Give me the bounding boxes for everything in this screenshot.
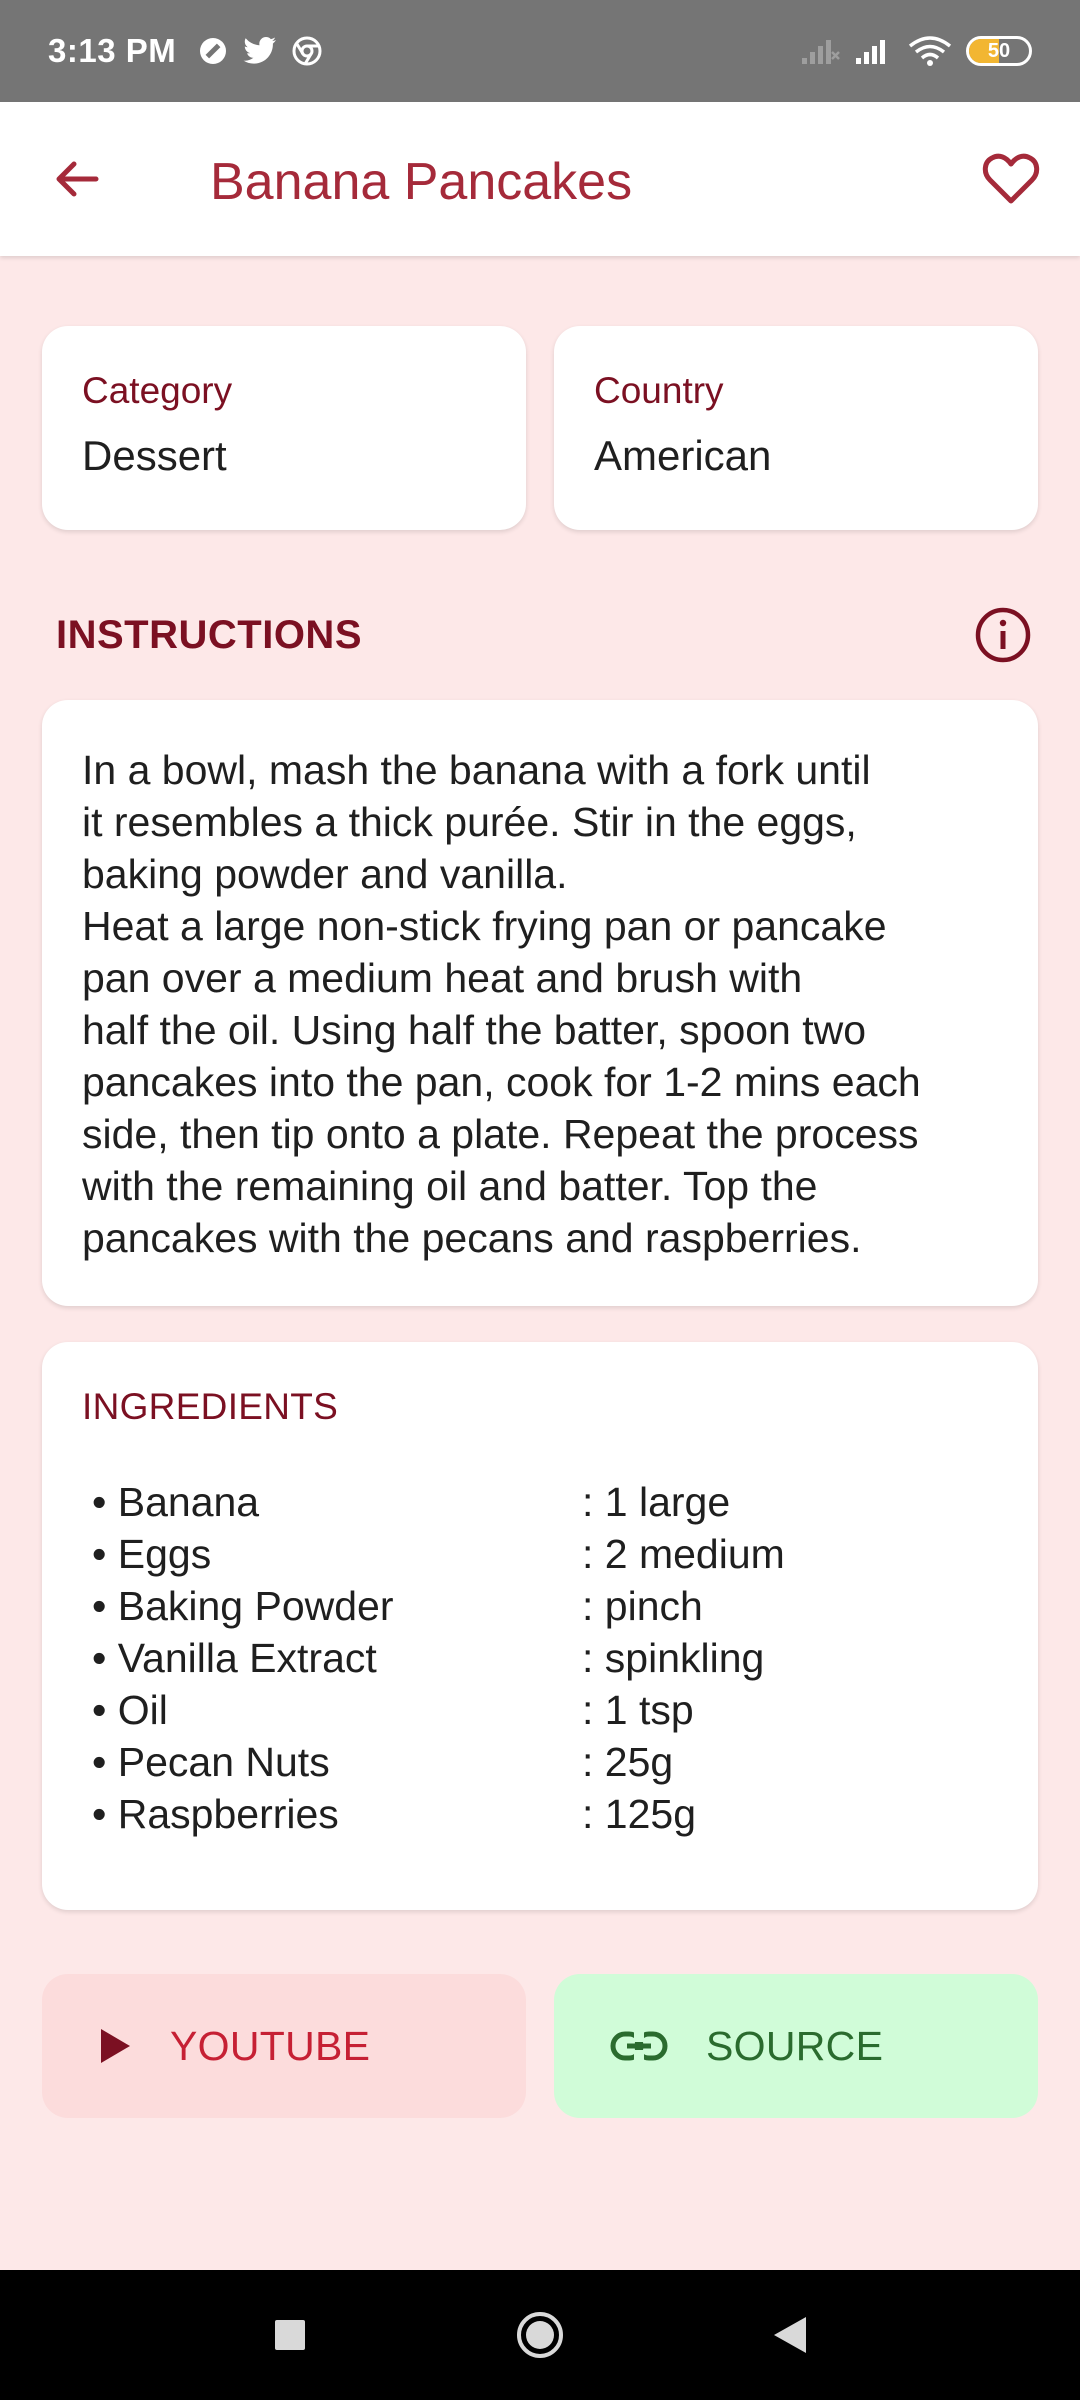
ingredient-measure: : 1 large: [582, 1479, 731, 1525]
ingredient-measure: : 1 tsp: [582, 1687, 694, 1733]
info-circle-icon: [975, 607, 1031, 663]
category-label: Category: [82, 370, 233, 411]
system-nav-bar: [0, 2270, 1080, 2400]
battery-level: 50: [987, 39, 1011, 62]
ingredients-list: • Banana : 1 large • Eggs : 2 medium • Bak…: [82, 1476, 998, 1840]
list-item: • Baking Powder : pinch: [82, 1580, 998, 1632]
source-label: SOURCE: [706, 2022, 884, 2069]
home-button[interactable]: [505, 2300, 575, 2370]
source-button[interactable]: SOURCE: [554, 1974, 1038, 2118]
back-triangle-icon: [774, 2317, 806, 2353]
list-item: • Banana : 1 large: [82, 1476, 998, 1528]
ingredient-name: • Raspberries: [92, 1791, 339, 1837]
ingredient-name: • Vanilla Extract: [92, 1635, 377, 1681]
system-icons: 50: [800, 36, 1032, 66]
ingredient-name: • Eggs: [92, 1531, 212, 1577]
ingredient-name: • Banana: [92, 1479, 260, 1525]
instructions-heading: INSTRUCTIONS: [56, 612, 362, 657]
link-icon: [610, 2030, 668, 2062]
instructions-info-button[interactable]: [970, 602, 1036, 668]
instructions-card: In a bowl, mash the banana with a fork u…: [42, 700, 1038, 1306]
do-not-disturb-icon: [200, 38, 227, 64]
notification-icons: [198, 36, 322, 66]
category-card: Category Dessert: [42, 326, 526, 530]
ingredient-name: • Pecan Nuts: [92, 1739, 330, 1785]
heart-outline-icon: [982, 153, 1040, 204]
instructions-header: INSTRUCTIONS: [56, 600, 1036, 670]
list-item: • Raspberries : 125g: [82, 1788, 998, 1840]
back-button[interactable]: [44, 146, 110, 212]
ingredient-name: • Baking Powder: [92, 1583, 394, 1629]
instructions-text: In a bowl, mash the banana with a fork u…: [82, 747, 921, 1261]
chrome-icon: [292, 36, 322, 66]
page-title: Banana Pancakes: [210, 153, 633, 211]
country-label: Country: [594, 370, 724, 411]
play-icon: [101, 2029, 130, 2063]
list-item: • Vanilla Extract : spinkling: [82, 1632, 998, 1684]
home-circle-icon: [517, 2312, 563, 2358]
ingredients-card: INGREDIENTS • Banana : 1 large • Eggs : 2 …: [42, 1342, 1038, 1910]
country-card: Country American: [554, 326, 1038, 530]
battery-icon: 50: [966, 36, 1032, 66]
ingredient-name: • Oil: [92, 1687, 168, 1733]
recents-button[interactable]: [255, 2300, 325, 2370]
category-value: Dessert: [82, 432, 227, 479]
back-nav-button[interactable]: [755, 2300, 825, 2370]
recents-square-icon: [275, 2320, 305, 2350]
twitter-icon: [243, 37, 277, 64]
arrow-left-icon: [56, 161, 99, 197]
ingredient-measure: : 25g: [582, 1739, 674, 1785]
status-time: 3:13 PM: [48, 32, 177, 69]
ingredient-measure: : pinch: [582, 1583, 703, 1629]
app-bar: Banana Pancakes: [0, 102, 1080, 256]
signal-off-icon: [802, 40, 840, 64]
status-bar: 3:13 PM 50: [0, 0, 1080, 102]
youtube-label: YOUTUBE: [170, 2022, 371, 2069]
list-item: • Eggs : 2 medium: [82, 1528, 998, 1580]
list-item: • Oil : 1 tsp: [82, 1684, 998, 1736]
wifi-icon: [908, 36, 952, 66]
youtube-button[interactable]: YOUTUBE: [42, 1974, 526, 2118]
ingredients-heading: INGREDIENTS: [82, 1386, 339, 1427]
ingredient-measure: : 125g: [582, 1791, 696, 1837]
signal-icon: [856, 40, 885, 64]
list-item: • Pecan Nuts : 25g: [82, 1736, 998, 1788]
favorite-button[interactable]: [978, 146, 1044, 212]
country-value: American: [594, 432, 772, 479]
ingredient-measure: : spinkling: [582, 1635, 765, 1681]
ingredient-measure: : 2 medium: [582, 1531, 785, 1577]
